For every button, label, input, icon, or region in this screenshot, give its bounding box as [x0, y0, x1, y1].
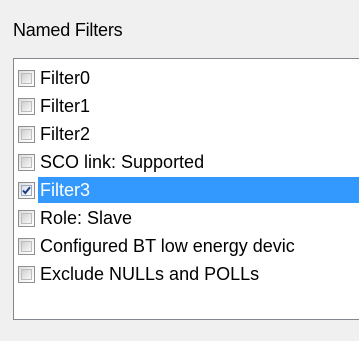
- checkbox[interactable]: [18, 265, 35, 283]
- list-item-label: Filter3: [38, 177, 359, 203]
- checkbox[interactable]: [18, 237, 35, 255]
- checkbox[interactable]: [18, 69, 35, 87]
- checkbox[interactable]: [18, 209, 35, 227]
- named-filters-title: Named Filters: [13, 20, 123, 40]
- list-item[interactable]: SCO link: Supported: [18, 148, 359, 176]
- list-item[interactable]: Role: Slave: [18, 204, 359, 232]
- checkbox[interactable]: [18, 153, 35, 171]
- checkbox[interactable]: [18, 97, 35, 115]
- list-item-label: Configured BT low energy devic: [40, 236, 295, 256]
- checkbox-checked[interactable]: [18, 181, 35, 199]
- list-item[interactable]: Filter2: [18, 120, 359, 148]
- list-item-selected[interactable]: Filter3: [18, 176, 359, 204]
- list-item-label: Filter1: [40, 96, 91, 116]
- named-filters-panel: Named Filters Filter0 Filter1 Filter2 SC…: [0, 0, 359, 341]
- checkmark-icon: [22, 186, 31, 195]
- list-item[interactable]: Configured BT low energy devic: [18, 232, 359, 260]
- list-item-label: SCO link: Supported: [40, 152, 205, 172]
- list-item-label: Role: Slave: [40, 208, 133, 228]
- list-item[interactable]: Filter1: [18, 92, 359, 120]
- list-item[interactable]: Filter0: [18, 64, 359, 92]
- list-item-label: Filter2: [40, 124, 91, 144]
- named-filters-list[interactable]: Filter0 Filter1 Filter2 SCO link: Suppor…: [13, 58, 359, 320]
- checkbox[interactable]: [18, 125, 35, 143]
- list-item-label: Exclude NULLs and POLLs: [40, 264, 260, 284]
- list-item-label: Filter0: [40, 68, 91, 88]
- list-item[interactable]: Exclude NULLs and POLLs: [18, 260, 359, 288]
